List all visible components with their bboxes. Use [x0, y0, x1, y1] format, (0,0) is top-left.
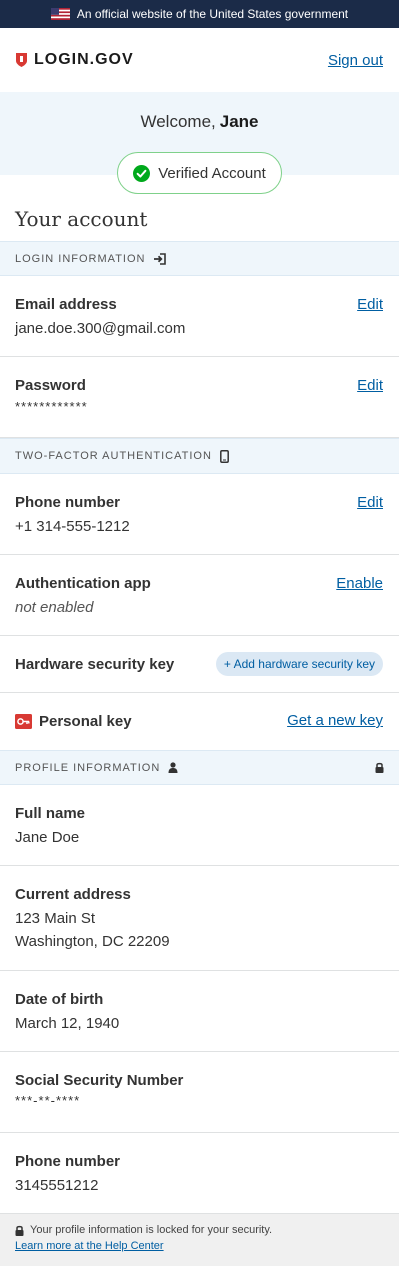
section-login-information: LOGIN INFORMATION — [0, 241, 399, 276]
auth-app-label: Authentication app — [15, 575, 151, 592]
key-icon — [15, 714, 32, 729]
lock-icon — [15, 1225, 24, 1236]
verified-account-badge: Verified Account — [117, 152, 282, 194]
hardware-key-row: Hardware security key + Add hardware sec… — [0, 636, 399, 693]
password-row: Password ************ Edit — [0, 357, 399, 438]
section-heading: TWO-FACTOR AUTHENTICATION — [15, 450, 212, 462]
profile-phone-label: Phone number — [15, 1153, 121, 1170]
edit-phone-link[interactable]: Edit — [357, 494, 383, 511]
person-icon — [168, 762, 178, 773]
password-value: ************ — [15, 399, 88, 414]
ssn-label: Social Security Number — [15, 1072, 184, 1089]
full-name-value: Jane Doe — [15, 829, 80, 846]
email-label: Email address — [15, 296, 117, 313]
address-line2: Washington, DC 22209 — [15, 933, 170, 950]
profile-phone-row: Phone number 3145551212 — [0, 1133, 399, 1214]
add-hardware-key-button[interactable]: + Add hardware security key — [215, 652, 383, 676]
hardware-key-label: Hardware security key — [15, 655, 175, 673]
ssn-value: ***-**-**** — [15, 1093, 81, 1108]
site-header: LOGIN.GOV Sign out — [0, 28, 399, 92]
address-row: Current address 123 Main St Washington, … — [0, 866, 399, 971]
phone-row: Phone number +1 314-555-1212 Edit — [0, 474, 399, 555]
address-label: Current address — [15, 886, 131, 903]
auth-app-row: Authentication app not enabled Enable — [0, 555, 399, 636]
full-name-label: Full name — [15, 805, 86, 822]
logo-text: LOGIN.GOV — [34, 51, 134, 68]
email-value: jane.doe.300@gmail.com — [15, 320, 186, 337]
profile-locked-note: Your profile information is locked for y… — [0, 1214, 399, 1266]
full-name-row: Full name Jane Doe — [0, 785, 399, 866]
section-heading: PROFILE INFORMATION — [15, 761, 161, 774]
help-center-link[interactable]: Learn more at the Help Center — [15, 1240, 164, 1252]
ssn-row: Social Security Number ***-**-**** — [0, 1052, 399, 1133]
us-flag-icon — [50, 8, 70, 20]
get-new-key-link[interactable]: Get a new key — [287, 712, 383, 729]
sign-out-link[interactable]: Sign out — [328, 52, 383, 69]
password-label: Password — [15, 377, 86, 394]
phone-value: +1 314-555-1212 — [15, 518, 130, 535]
locked-text: Your profile information is locked for y… — [30, 1224, 273, 1236]
phone-label: Phone number — [15, 494, 121, 511]
check-circle-icon — [133, 164, 151, 182]
address-line1: 123 Main St — [15, 910, 96, 927]
dob-row: Date of birth March 12, 1940 — [0, 971, 399, 1052]
edit-password-link[interactable]: Edit — [357, 377, 383, 394]
gov-banner: An official website of the United States… — [0, 0, 399, 28]
verified-label: Verified Account — [158, 164, 266, 182]
section-two-factor: TWO-FACTOR AUTHENTICATION — [0, 438, 399, 474]
dob-value: March 12, 1940 — [15, 1015, 120, 1032]
personal-key-row: Personal key Get a new key — [0, 693, 399, 750]
lock-icon — [375, 762, 384, 773]
edit-email-link[interactable]: Edit — [357, 296, 383, 313]
section-heading: LOGIN INFORMATION — [15, 252, 146, 265]
sign-in-icon — [154, 252, 167, 265]
login-gov-logo[interactable]: LOGIN.GOV — [15, 51, 134, 69]
section-profile-information: PROFILE INFORMATION — [0, 750, 399, 785]
auth-app-value: not enabled — [15, 599, 94, 616]
shield-icon — [16, 53, 27, 67]
mobile-phone-icon — [219, 449, 229, 463]
email-row: Email address jane.doe.300@gmail.com Edi… — [0, 276, 399, 357]
enable-auth-app-link[interactable]: Enable — [336, 575, 383, 592]
gov-banner-text: An official website of the United States… — [76, 7, 349, 21]
dob-label: Date of birth — [15, 991, 104, 1008]
profile-phone-value: 3145551212 — [15, 1177, 99, 1194]
personal-key-label: Personal key — [39, 713, 132, 730]
